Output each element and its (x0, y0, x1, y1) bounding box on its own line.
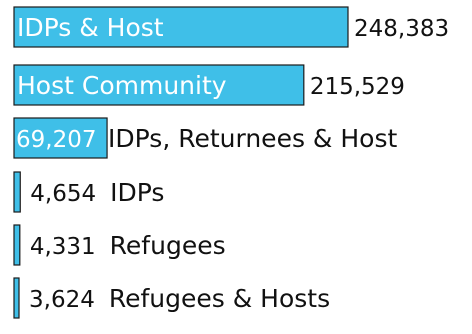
category-label: Host Community (17, 71, 227, 100)
data-label: 69,207 (16, 127, 96, 153)
bar-idps (13, 171, 21, 213)
data-label: 4,654 (30, 181, 96, 207)
bar-row-refugees: 4,331 Refugees (13, 224, 226, 266)
bar-row-idps-and-host: IDPs & Host 248,383 (13, 6, 449, 48)
bar-row-refugees-and-hosts: 3,624 Refugees & Hosts (13, 277, 330, 319)
category-label: Refugees (110, 231, 226, 260)
data-label: 3,624 (29, 287, 95, 313)
bar-refugees-and-hosts (13, 277, 20, 319)
data-label: 215,529 (310, 74, 405, 100)
data-label: 4,331 (30, 234, 96, 260)
data-label: 248,383 (354, 16, 449, 42)
category-label: IDPs & Host (17, 13, 164, 42)
category-label: IDPs (110, 178, 164, 207)
bar-row-idps: 4,654 IDPs (13, 171, 164, 213)
bar-row-host-community: Host Community 215,529 (13, 64, 405, 106)
bar-refugees (13, 224, 21, 266)
category-label: Refugees & Hosts (109, 284, 330, 313)
bar-chart: IDPs & Host 248,383 Host Community 215,529 6… (13, 6, 449, 319)
category-label: IDPs, Returnees & Host (108, 124, 397, 153)
bar-row-idps-returnees-and-host: 69,207 IDPs, Returnees & Host (13, 117, 397, 159)
